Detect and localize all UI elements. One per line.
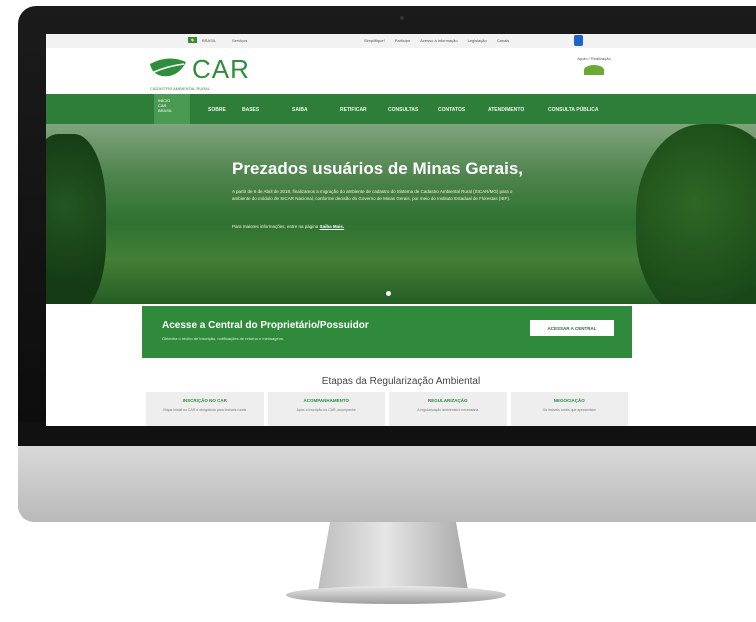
- gov-link[interactable]: Canais: [497, 38, 509, 43]
- central-title: Acesse a Central do Proprietário/Possuid…: [162, 320, 369, 331]
- ministry-logo-icon: [584, 65, 604, 75]
- nav-item-contatos[interactable]: CONTATOS: [438, 107, 465, 113]
- nav-item-sobre[interactable]: SOBRE: [208, 107, 226, 113]
- gov-links: Simplifique! Participe Acesso à informaç…: [364, 38, 509, 43]
- nav-item-atendimento[interactable]: ATENDIMENTO: [488, 107, 524, 113]
- brasil-link[interactable]: BRASIL: [202, 38, 216, 43]
- hero-body: A partir de 6 de Abril de 2018, finaliza…: [232, 189, 513, 201]
- etapa-card[interactable]: REGULARIZAÇÃO A regularização ambiental …: [389, 392, 507, 426]
- monitor-chin: [18, 446, 756, 522]
- hero-overlay: [46, 124, 756, 304]
- gov-bar: BRASIL Serviços Simplifique! Participe A…: [46, 34, 756, 49]
- etapa-card[interactable]: ACOMPANHAMENTO Após a inscrição no CAR, …: [267, 392, 385, 426]
- etapas-list: INSCRIÇÃO NO CAR Etapa inicial no CAR é …: [146, 392, 628, 426]
- etapa-title: NEGOCIAÇÃO: [553, 398, 585, 403]
- hero-banner: Prezados usuários de Minas Gerais, A par…: [46, 124, 756, 304]
- gov-link[interactable]: Legislação: [468, 38, 487, 43]
- etapa-desc: A regularização ambiental é necessária: [417, 408, 479, 412]
- etapa-desc: Após a inscrição no CAR, acompanhe: [296, 408, 356, 412]
- saiba-mais-link[interactable]: Saiba Mais.: [320, 224, 345, 229]
- gov-link[interactable]: Simplifique!: [364, 38, 385, 43]
- support-label: Apoio / Realização: [577, 56, 611, 61]
- etapas-title: Etapas da Regularização Ambiental: [321, 376, 481, 387]
- car-leaf-icon[interactable]: [148, 58, 188, 80]
- central-panel: Acesse a Central do Proprietário/Possuid…: [142, 306, 632, 358]
- main-nav: INÍCIO CAR BRASIL SOBRE BASES SAIBA RETI…: [46, 94, 756, 124]
- hero-title: Prezados usuários de Minas Gerais,: [232, 159, 524, 178]
- etapa-desc: Etapa inicial no CAR é obrigatória para …: [163, 408, 247, 412]
- etapa-desc: Os imóveis rurais que apresentam: [542, 408, 596, 412]
- gov-link[interactable]: Participe: [395, 38, 411, 43]
- etapa-card[interactable]: INSCRIÇÃO NO CAR Etapa inicial no CAR é …: [146, 392, 264, 426]
- gov-link[interactable]: Acesso à informação: [420, 38, 457, 43]
- nav-item-retificar[interactable]: RETIFICAR: [340, 107, 367, 113]
- etapa-title: REGULARIZAÇÃO: [428, 398, 468, 403]
- nav-item-saiba[interactable]: SAIBA: [292, 107, 308, 113]
- site-header: CAR CADASTRO AMBIENTAL RURAL Apoio / Rea…: [46, 48, 756, 94]
- etapa-title: ACOMPANHAMENTO: [303, 398, 350, 403]
- central-description: Obtenha o recibo de inscrição, notificaç…: [162, 336, 285, 341]
- nav-item-inicio[interactable]: INÍCIO CAR BRASIL: [154, 94, 190, 124]
- camera-icon: [400, 16, 404, 20]
- brazil-flag-icon[interactable]: [188, 37, 197, 43]
- hero-more-text: Para maiores informações, entre na págin…: [232, 224, 344, 229]
- logo-subtitle: CADASTRO AMBIENTAL RURAL: [150, 86, 211, 91]
- logo-text[interactable]: CAR: [192, 54, 250, 85]
- nav-item-bases[interactable]: BASES: [242, 107, 259, 113]
- monitor-stand: [318, 522, 468, 590]
- monitor-base: [286, 586, 506, 604]
- slider-dot[interactable]: [386, 291, 391, 296]
- nav-item-consultas[interactable]: CONSULTAS: [388, 107, 418, 113]
- etapa-title: INSCRIÇÃO NO CAR: [182, 398, 227, 403]
- etapa-card[interactable]: NEGOCIAÇÃO Os imóveis rurais que apresen…: [510, 392, 628, 426]
- access-central-button[interactable]: ACESSAR A CENTRAL: [530, 320, 614, 336]
- accessibility-icon[interactable]: [574, 35, 583, 46]
- screen: BRASIL Serviços Simplifique! Participe A…: [46, 34, 756, 426]
- nav-home-sub: CAR BRASIL: [158, 103, 173, 113]
- nav-item-consulta-publica[interactable]: CONSULTA PÚBLICA: [548, 107, 598, 113]
- hero-more-prefix: Para maiores informações, entre na págin…: [232, 224, 319, 229]
- servicos-link[interactable]: Serviços: [232, 38, 247, 43]
- support-logo: Apoio / Realização: [574, 56, 614, 88]
